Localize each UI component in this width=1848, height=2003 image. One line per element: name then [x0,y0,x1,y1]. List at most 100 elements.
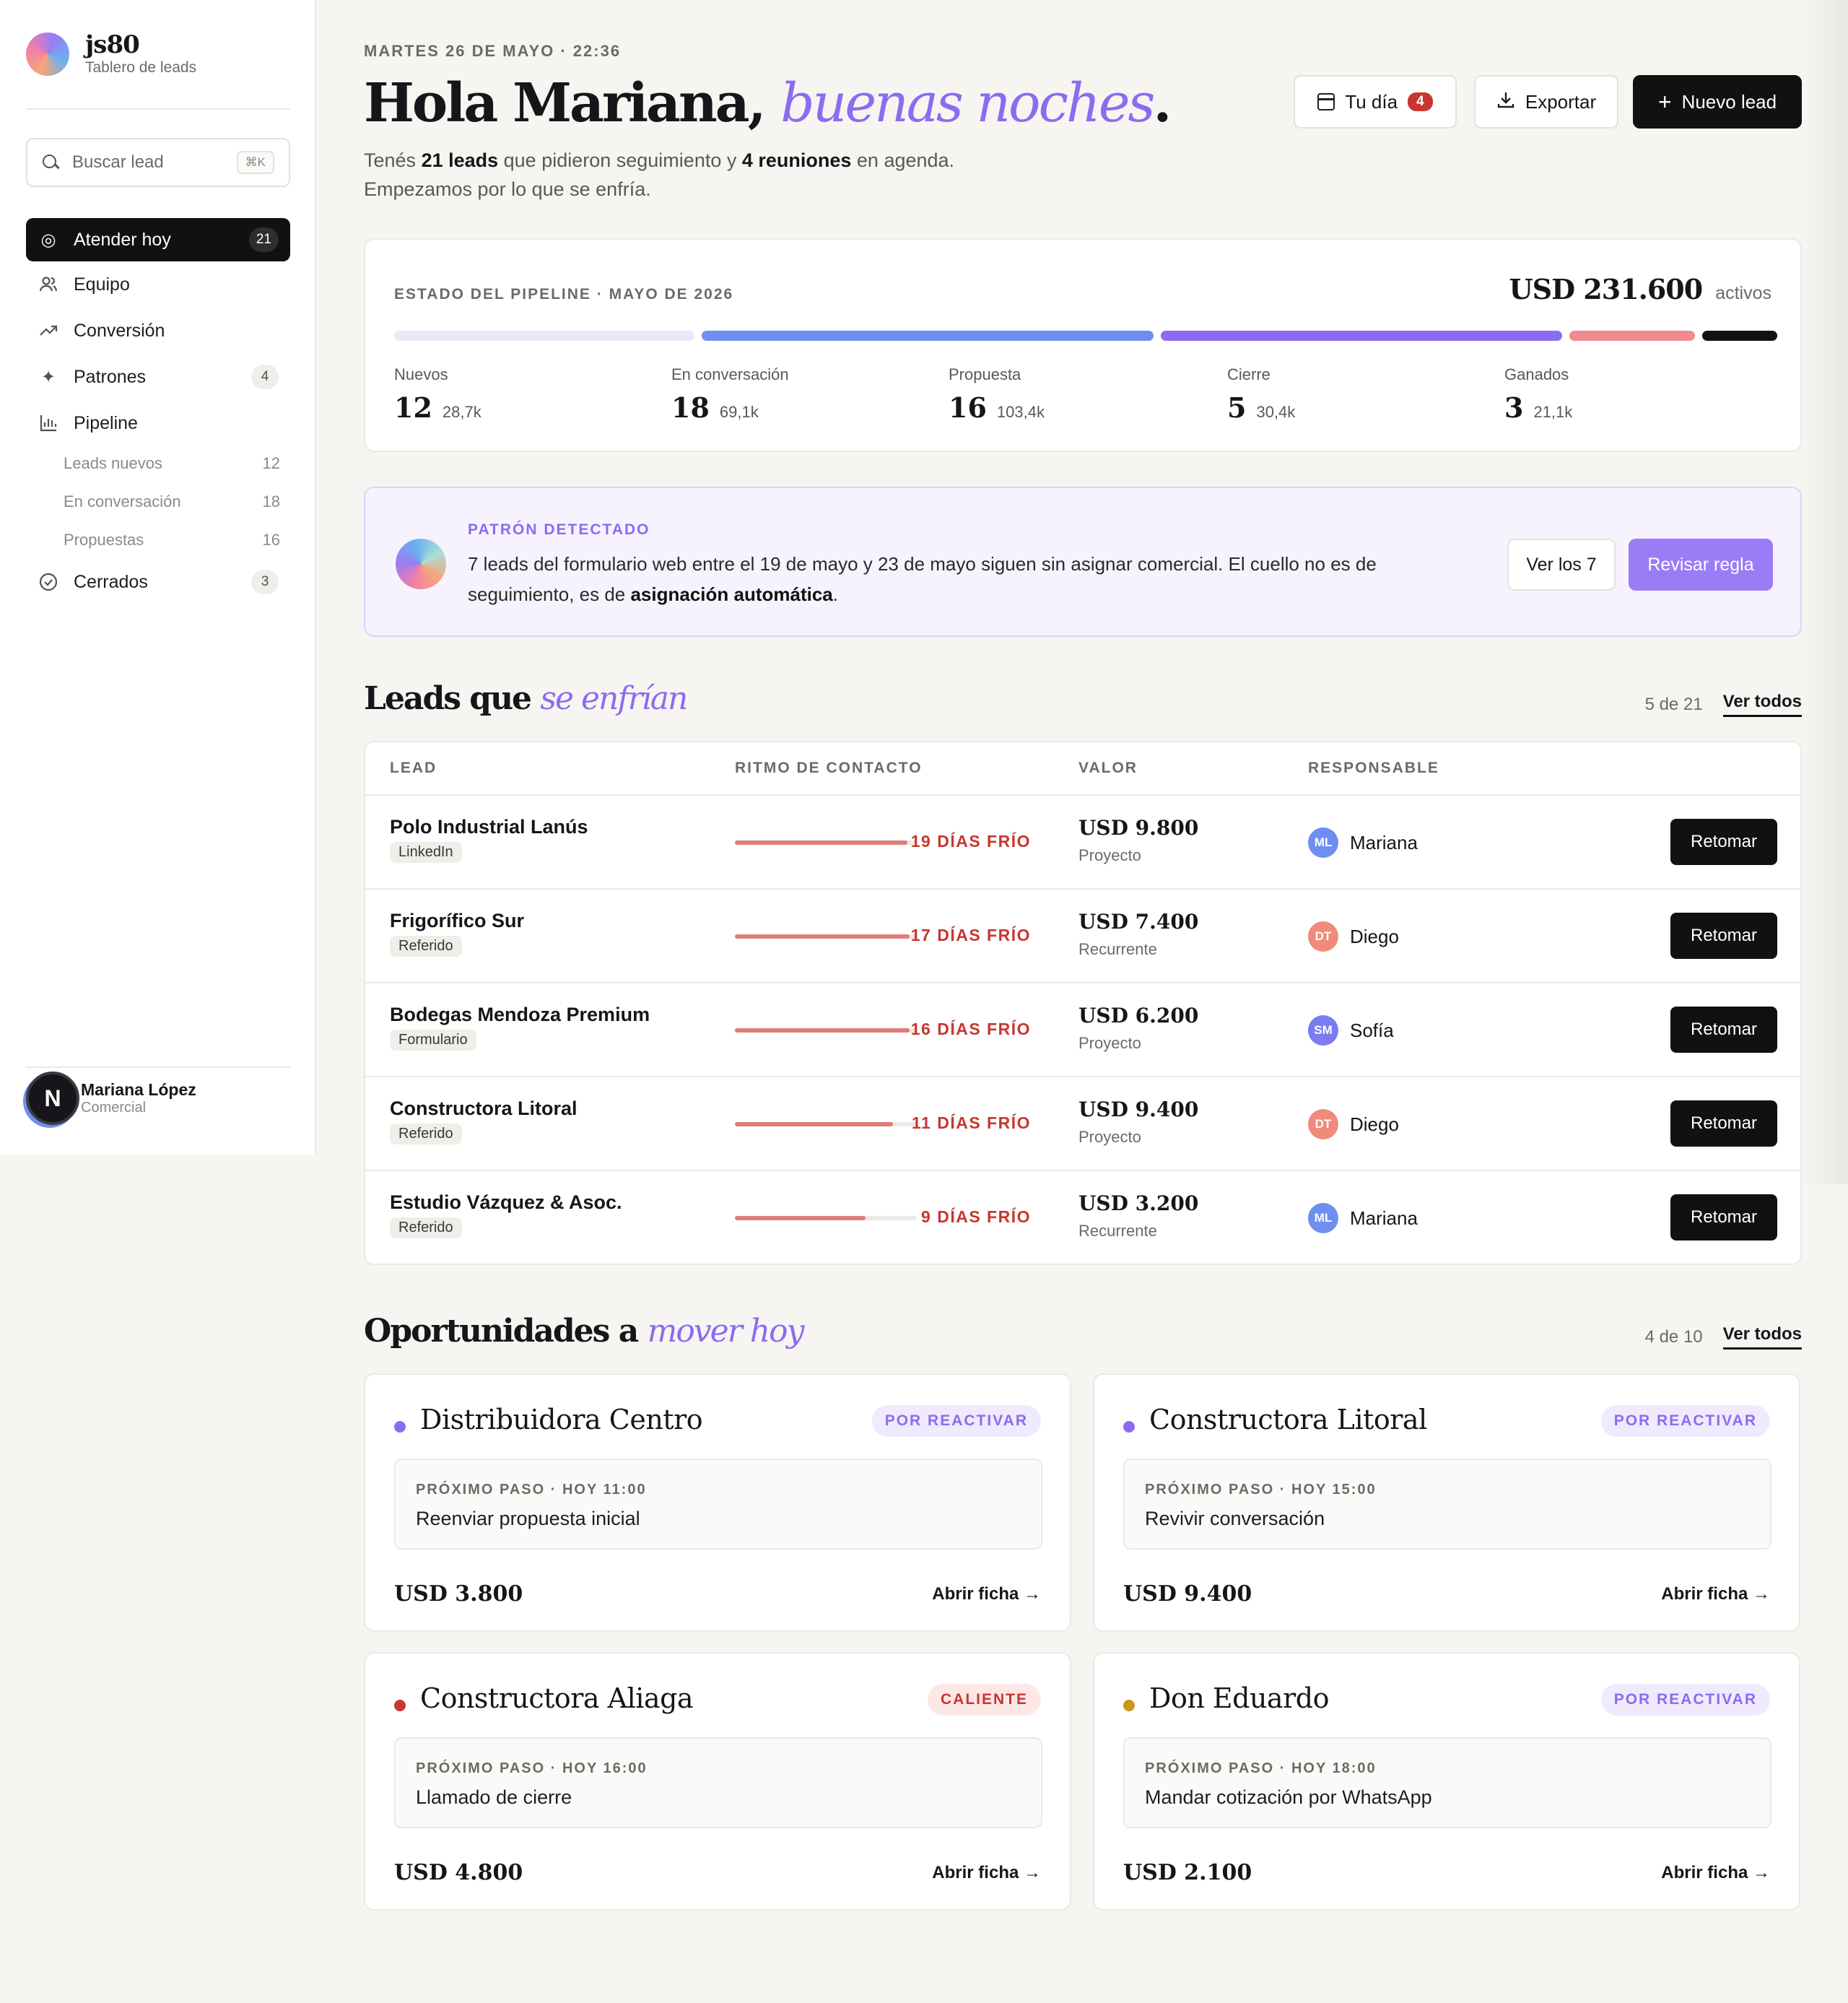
pipeline-stage-conversacion[interactable]: En conversación 18 69,1k [671,365,789,424]
owner-name: Sofía [1350,1019,1394,1041]
retomar-button[interactable]: Retomar [1670,819,1777,865]
pipeline-total-value: USD 231.600 [1509,273,1704,305]
view-seven-button[interactable]: Ver los 7 [1507,539,1616,591]
new-lead-label: Nuevo lead [1681,90,1777,113]
pipeline-bar-conversacion [702,331,1154,341]
review-rule-button[interactable]: Revisar regla [1629,539,1773,591]
sidebar-subitem-leads-nuevos[interactable]: Leads nuevos 12 [64,449,280,478]
sidebar-subitem-propuestas[interactable]: Propuestas 16 [64,526,280,555]
open-record-link[interactable]: Abrir ficha → [932,1863,1041,1883]
status-dot [1123,1700,1135,1711]
sidebar-subitem-en-conversacion[interactable]: En conversación 18 [64,487,280,516]
owner-avatar: ML [1308,1203,1338,1233]
sidebar-item-atender-hoy[interactable]: ◎ Atender hoy 21 [26,218,290,261]
retomar-button[interactable]: Retomar [1670,913,1777,959]
table-row[interactable]: Frigorífico Sur Referido 17 DÍAS FRÍO USD 7… [365,890,1800,983]
retomar-button[interactable]: Retomar [1670,1007,1777,1053]
tu-dia-button[interactable]: Tu día 4 [1294,75,1457,129]
pipeline-card: ESTADO DEL PIPELINE · MAYO DE 2026 USD 2… [364,238,1802,452]
owner[interactable]: ML Mariana [1308,827,1418,858]
pipeline-stage-ganados[interactable]: Ganados 3 21,1k [1504,365,1572,424]
contact-rhythm-bar [735,1028,917,1033]
open-record-link[interactable]: Abrir ficha → [1661,1863,1770,1883]
sidebar-item-cerrados[interactable]: Cerrados 3 [26,560,290,604]
retomar-button[interactable]: Retomar [1670,1100,1777,1147]
new-lead-button[interactable]: + Nuevo lead [1633,75,1802,129]
sidebar: js80 Tablero de leads Buscar lead ⌘K ◎ A… [0,0,316,1155]
table-row[interactable]: Bodegas Mendoza Premium Formulario 16 DÍAS… [365,983,1800,1077]
lead-value-type: Recurrente [1078,1222,1157,1240]
owner[interactable]: DT Diego [1308,921,1399,952]
stage-value: 103,4k [996,403,1045,421]
lead-name: Estudio Vázquez & Asoc. [390,1191,622,1213]
opportunity-card[interactable]: Constructora Litoral POR REACTIVAR PRÓXIMO… [1093,1373,1800,1632]
search-input[interactable]: Buscar lead ⌘K [26,138,290,187]
sidebar-item-label: Atender hoy [74,229,171,250]
owner-name: Mariana [1350,831,1418,853]
stage-name: Propuesta [949,365,1021,383]
sidebar-item-patrones[interactable]: ✦ Patrones 4 [26,355,290,399]
table-row[interactable]: Estudio Vázquez & Asoc. Referido 9 DÍAS FR… [365,1171,1800,1265]
section-title-main: Oportunidades a [364,1313,648,1350]
contact-rhythm-fill [735,934,910,939]
section-title-accent: mover hoy [647,1313,805,1350]
owner[interactable]: SM Sofía [1308,1015,1394,1046]
owner[interactable]: DT Diego [1308,1109,1399,1139]
sidebar-item-count: 21 [248,227,279,252]
stage-count: 5 [1227,391,1247,424]
opportunity-card[interactable]: Don Eduardo POR REACTIVAR PRÓXIMO PASO · H… [1093,1652,1800,1911]
plus-icon: + [1657,89,1672,115]
next-step-label: PRÓXIMO PASO · HOY 16:00 [416,1760,648,1776]
opportunity-card[interactable]: Distribuidora Centro POR REACTIVAR PRÓXIMO… [364,1373,1071,1632]
open-record-link[interactable]: Abrir ficha → [932,1584,1041,1604]
opportunity-name: Don Eduardo [1149,1682,1329,1714]
stage-value: 21,1k [1533,403,1573,421]
opportunities-view-all-link[interactable]: Ver todos [1722,1324,1802,1350]
cold-days-label: 19 DÍAS FRÍO [910,832,1031,851]
contact-rhythm-bar [735,1122,917,1126]
greeting-accent: buenas noches [780,72,1155,134]
brand[interactable]: js80 Tablero de leads [26,32,196,77]
opportunity-card[interactable]: Constructora Aliaga CALIENTE PRÓXIMO PASO … [364,1652,1071,1911]
opportunity-name: Constructora Litoral [1149,1404,1427,1435]
lead-value-type: Proyecto [1078,1034,1141,1052]
next-step-box: PRÓXIMO PASO · HOY 18:00 Mandar cotizació… [1123,1737,1771,1828]
section-title-main: Leads que [364,680,541,717]
cooling-count: 5 de 21 [1644,694,1703,714]
lead-value-type: Proyecto [1078,846,1141,864]
pipeline-bar-propuesta [1161,331,1562,341]
pipeline-stage-propuesta[interactable]: Propuesta 16 103,4k [949,365,1045,424]
contact-rhythm-fill [735,840,908,845]
table-row[interactable]: Polo Industrial Lanús LinkedIn 19 DÍAS FRÍ… [365,796,1800,890]
user-profile[interactable]: N Mariana López Comercial [26,1072,196,1125]
owner-name: Mariana [1350,1207,1418,1229]
intro-meetings: 4 reuniones [741,149,852,171]
sidebar-item-conversion[interactable]: Conversión [26,309,290,352]
export-button[interactable]: Exportar [1474,75,1618,129]
bar-chart-icon [38,412,59,434]
sidebar-item-count: 4 [251,365,279,389]
sidebar-item-label: Conversión [74,320,165,341]
contact-rhythm-fill [735,1216,866,1220]
stage-value: 30,4k [1256,403,1296,421]
lead-source-tag: Referido [390,1217,462,1238]
user-name: Mariana López [81,1080,196,1099]
owner-avatar: ML [1308,827,1338,858]
sidebar-subitem-count: 16 [262,531,280,549]
opportunity-amount: USD 4.800 [394,1860,523,1885]
retomar-button[interactable]: Retomar [1670,1194,1777,1241]
pipeline-stage-cierre[interactable]: Cierre 5 30,4k [1227,365,1295,424]
sidebar-divider [26,108,290,110]
lead-source-tag: Referido [390,936,462,957]
cooling-view-all-link[interactable]: Ver todos [1722,692,1802,717]
pipeline-stage-nuevos[interactable]: Nuevos 12 28,7k [394,365,481,424]
owner[interactable]: ML Mariana [1308,1203,1418,1233]
sidebar-item-equipo[interactable]: Equipo [26,263,290,306]
lead-source-tag: Referido [390,1124,462,1144]
status-badge: CALIENTE [928,1684,1041,1716]
table-row[interactable]: Constructora Litoral Referido 11 DÍAS FRÍO… [365,1077,1800,1171]
lead-value: USD 7.400 [1078,910,1199,934]
search-placeholder: Buscar lead [72,152,164,172]
open-record-link[interactable]: Abrir ficha → [1661,1584,1770,1604]
sidebar-item-pipeline[interactable]: Pipeline [26,401,290,445]
